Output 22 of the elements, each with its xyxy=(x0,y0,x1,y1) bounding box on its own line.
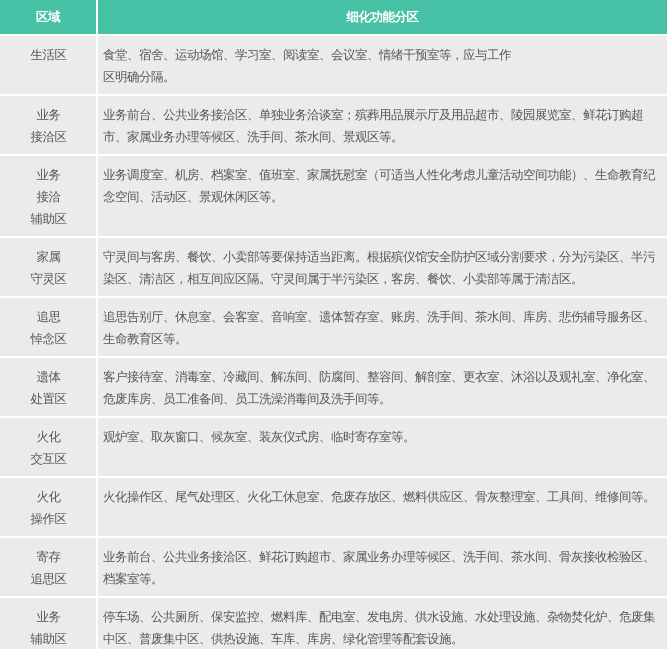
zone-description: 追思告别厅、休息室、会客室、音响室、遗体暂存室、账房、洗手间、茶水间、库房、悲伤辅导服务区、 生命教育区等。 xyxy=(103,309,655,348)
zone-description: 观炉室、取灰窗口、候灰室、装灰仪式房、临时寄存室等。 xyxy=(103,429,415,446)
zone-description: 业务前台、公共业务接洽区、单独业务洽谈室；殡葬用品展示厅及用品超市、陵园展览室、鲜花订购超 市、家属业务办理等候区、洗手间、茶水间、景观区等。 xyxy=(103,107,643,146)
zone-description: 食堂、宿舍、运动场馆、学习室、阅读室、会议室、情绪干预室等，应与工作 区明确分隔。 xyxy=(103,47,511,86)
zone-name: 追思 悼念区 xyxy=(30,309,66,348)
zone-name: 遗体 处置区 xyxy=(30,369,66,408)
zone-name: 业务 接洽 辅助区 xyxy=(30,167,66,228)
zone-description: 停车场、公共厕所、保安监控、燃料库、配电室、发电房、供水设施、水处理设施、杂物焚化炉、危废集 中区、普废集中区、供热设施、车库、库房、绿化管理等配套设施。 xyxy=(103,609,655,648)
zone-name: 业务 辅助区 xyxy=(30,609,66,648)
zone-description: 业务前台、公共业务接洽区、鲜花订购超市、家属业务办理等候区、洗手间、茶水间、骨灰接收检验区、 档案室等。 xyxy=(103,549,655,588)
column-header: 区域 xyxy=(36,10,60,24)
zone-name: 火化 交互区 xyxy=(30,429,66,468)
zone-name: 火化 操作区 xyxy=(30,489,66,528)
zone-description: 客户接待室、消毒室、冷藏间、解冻间、防腐间、整容间、解剖室、更衣室、沐浴以及观礼室、净化室、 危废库房、员工准备间、员工洗澡消毒间及洗手间等。 xyxy=(103,369,655,408)
zone-name: 业务 接洽区 xyxy=(30,107,66,146)
zone-name: 寄存 追思区 xyxy=(30,549,66,588)
column-header: 细化功能分区 xyxy=(346,10,418,24)
zone-description: 火化操作区、尾气处理区、火化工休息室、危废存放区、燃料供应区、骨灰整理室、工具间、维修间等。 xyxy=(103,489,655,506)
zone-name: 生活区 xyxy=(30,47,66,64)
zone-description: 业务调度室、机房、档案室、值班室、家属抚慰室（可适当人性化考虑儿童活动空间功能）、生命教育纪 念空间、活动区、景观休闲区等。 xyxy=(103,167,655,206)
zone-description: 守灵间与客房、餐饮、小卖部等要保持适当距离。根据殡仪馆安全防护区域分割要求，分为污染区、半污 染区、清洁区，相互间应区隔。守灵间属于半污染区，客房、餐饮、小卖部等属于清洁区。 xyxy=(103,249,655,288)
zone-name: 家属 守灵区 xyxy=(30,249,66,288)
